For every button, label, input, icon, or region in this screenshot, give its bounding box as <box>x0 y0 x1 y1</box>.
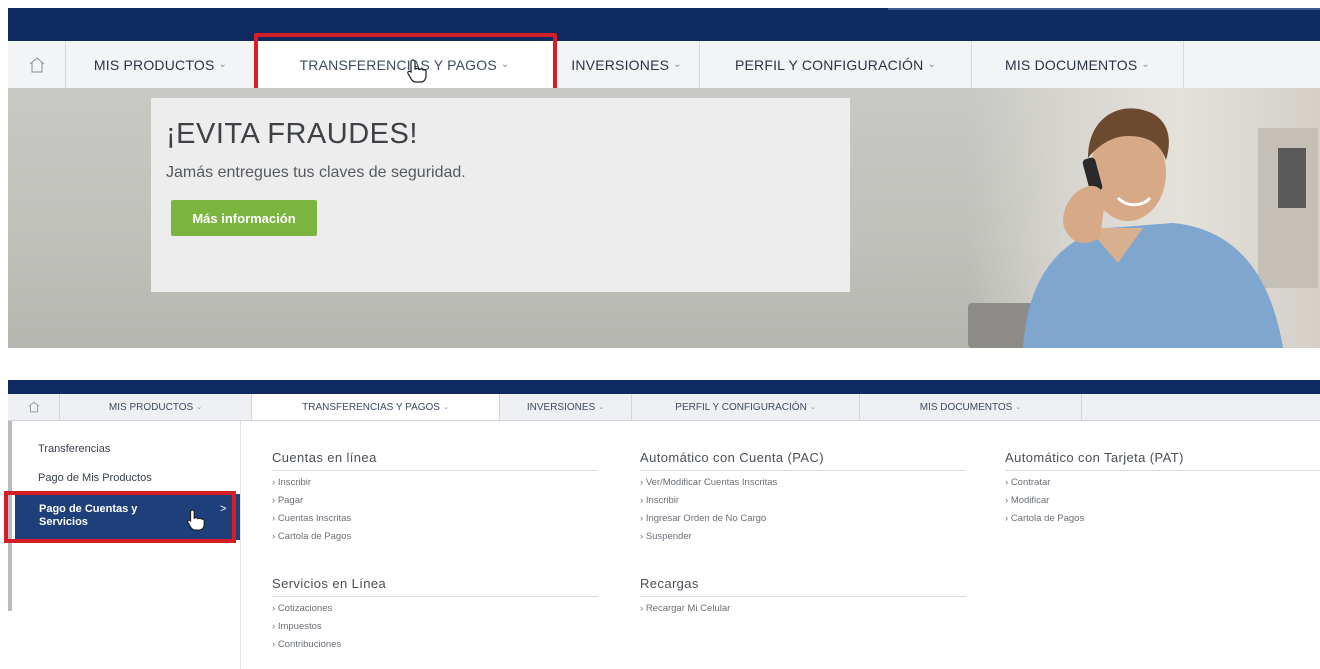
promo-title: ¡EVITA FRAUDES! <box>166 118 418 150</box>
menu-link-text: Inscribir <box>277 477 312 488</box>
submenu-sidebar: Transferencias Pago de Mis Productos Pag… <box>8 421 241 669</box>
menu-column-title: Cuentas en línea <box>272 450 598 471</box>
hero-banner: ¡EVITA FRAUDES! Jamás entregues tus clav… <box>8 88 1320 348</box>
nav-label: INVERSIONES <box>571 56 670 73</box>
nav-label: MIS PRODUCTOS <box>93 56 215 73</box>
menu-link[interactable]: › Recargar Mi Celular <box>640 603 966 615</box>
nav-label: INVERSIONES <box>526 401 596 413</box>
menu-column-servicios-en-linea: Servicios en Línea › Cotizaciones › Impu… <box>272 576 598 651</box>
chevron-down-icon: ⌄ <box>1141 59 1151 70</box>
menu-column-pac: Automático con Cuenta (PAC) › Ver/Modifi… <box>640 450 966 543</box>
menu-link[interactable]: › Pagar <box>272 495 598 507</box>
menu-column-cuentas-en-linea: Cuentas en línea › Inscribir › Pagar › C… <box>272 450 598 543</box>
nav-mis-documentos[interactable]: MIS DOCUMENTOS ⌄ <box>972 41 1184 88</box>
menu-link[interactable]: › Cuentas Inscritas <box>272 513 598 525</box>
home-icon-glyph <box>29 56 44 73</box>
menu-link-text: Cuentas Inscritas <box>277 513 352 524</box>
menu-link-text: Ver/Modificar Cuentas Inscritas <box>645 477 778 488</box>
promo-box: ¡EVITA FRAUDES! Jamás entregues tus clav… <box>151 98 850 292</box>
chevron-down-icon: ⌄ <box>1015 404 1022 411</box>
hero-photo <box>968 88 1320 348</box>
menu-link-text: Cotizaciones <box>277 603 333 614</box>
more-info-button[interactable]: Más información <box>171 200 317 236</box>
menu-link[interactable]: › Inscribir <box>640 495 966 507</box>
menu-link[interactable]: › Contratar <box>1005 477 1320 489</box>
menu-link-text: Contratar <box>1010 477 1051 488</box>
top-bar <box>8 380 1320 394</box>
nav-mis-documentos[interactable]: MIS DOCUMENTOS ⌄ <box>860 394 1082 420</box>
menu-link-text: Cartola de Pagos <box>1010 513 1085 524</box>
main-nav: MIS PRODUCTOS ⌄ TRANSFERENCIAS Y PAGOS ⌄ I… <box>8 41 1320 89</box>
chevron-down-icon: ⌄ <box>598 404 605 411</box>
menu-column-title: Servicios en Línea <box>272 576 598 597</box>
nav-mis-productos[interactable]: MIS PRODUCTOS ⌄ <box>66 41 256 88</box>
nav-label: MIS DOCUMENTOS <box>919 401 1013 413</box>
menu-link-text: Inscribir <box>645 495 680 506</box>
menu-link[interactable]: › Contribuciones <box>272 639 598 651</box>
menu-column-pat: Automático con Tarjeta (PAT) › Contratar… <box>1005 450 1320 525</box>
home-icon-glyph <box>28 401 39 413</box>
menu-link-text: Pagar <box>277 495 304 506</box>
nav-inversiones[interactable]: INVERSIONES ⌄ <box>500 394 632 420</box>
chevron-down-icon: ⌄ <box>809 404 816 411</box>
main-nav-expanded: MIS PRODUCTOS ⌄ TRANSFERENCIAS Y PAGOS ⌄ I… <box>8 394 1320 421</box>
chevron-down-icon: ⌄ <box>218 59 228 70</box>
promo-subtitle: Jamás entregues tus claves de seguridad. <box>166 164 466 181</box>
nav-inversiones[interactable]: INVERSIONES ⌄ <box>554 41 700 88</box>
nav-label: MIS PRODUCTOS <box>108 401 194 413</box>
menu-link[interactable]: › Cartola de Pagos <box>272 531 598 543</box>
man-on-phone-illustration <box>968 108 1318 348</box>
home-icon[interactable] <box>8 41 66 88</box>
nav-label: PERFIL Y CONFIGURACIÓN <box>734 56 924 73</box>
nav-perfil-y-configuracion[interactable]: PERFIL Y CONFIGURACIÓN ⌄ <box>632 394 860 420</box>
nav-label: PERFIL Y CONFIGURACIÓN <box>675 401 807 413</box>
nav-label: MIS DOCUMENTOS <box>1004 56 1138 73</box>
menu-link-text: Recargar Mi Celular <box>645 603 731 614</box>
menu-link[interactable]: › Modificar <box>1005 495 1320 507</box>
home-icon[interactable] <box>8 394 60 420</box>
nav-transferencias-y-pagos[interactable]: TRANSFERENCIAS Y PAGOS ⌄ <box>252 394 500 420</box>
hand-cursor-icon <box>187 509 205 531</box>
nav-label: TRANSFERENCIAS Y PAGOS <box>302 401 440 413</box>
top-screenshot-panel: MIS PRODUCTOS ⌄ TRANSFERENCIAS Y PAGOS ⌄ I… <box>8 8 1320 348</box>
menu-link-text: Contribuciones <box>277 639 342 650</box>
chevron-down-icon: ⌄ <box>196 404 203 411</box>
top-bar-line <box>888 8 1320 10</box>
menu-column-title: Automático con Cuenta (PAC) <box>640 450 966 471</box>
chevron-down-icon: ⌄ <box>442 404 449 411</box>
hand-cursor-icon <box>407 59 427 83</box>
menu-link[interactable]: › Ingresar Orden de No Cargo <box>640 513 966 525</box>
menu-link[interactable]: › Inscribir <box>272 477 598 489</box>
menu-link[interactable]: › Cartola de Pagos <box>1005 513 1320 525</box>
menu-link-text: Suspender <box>645 531 692 542</box>
menu-link[interactable]: › Suspender <box>640 531 966 543</box>
sidebar-item-pago-mis-productos[interactable]: Pago de Mis Productos <box>38 472 152 484</box>
menu-link[interactable]: › Ver/Modificar Cuentas Inscritas <box>640 477 966 489</box>
menu-column-title: Recargas <box>640 576 966 597</box>
menu-column-title: Automático con Tarjeta (PAT) <box>1005 450 1320 471</box>
nav-mis-productos[interactable]: MIS PRODUCTOS ⌄ <box>60 394 252 420</box>
chevron-down-icon: ⌄ <box>673 59 682 70</box>
menu-link-text: Ingresar Orden de No Cargo <box>645 513 767 524</box>
menu-column-recargas: Recargas › Recargar Mi Celular <box>640 576 966 615</box>
top-bar <box>8 8 1320 41</box>
nav-perfil-y-configuracion[interactable]: PERFIL Y CONFIGURACIÓN ⌄ <box>700 41 972 88</box>
menu-link[interactable]: › Cotizaciones <box>272 603 598 615</box>
sidebar-item-transferencias[interactable]: Transferencias <box>38 443 110 455</box>
menu-link-text: Cartola de Pagos <box>277 531 352 542</box>
menu-link-text: Modificar <box>1010 495 1050 506</box>
menu-link[interactable]: › Impuestos <box>272 621 598 633</box>
chevron-down-icon: ⌄ <box>927 59 937 70</box>
menu-link-text: Impuestos <box>277 621 322 632</box>
